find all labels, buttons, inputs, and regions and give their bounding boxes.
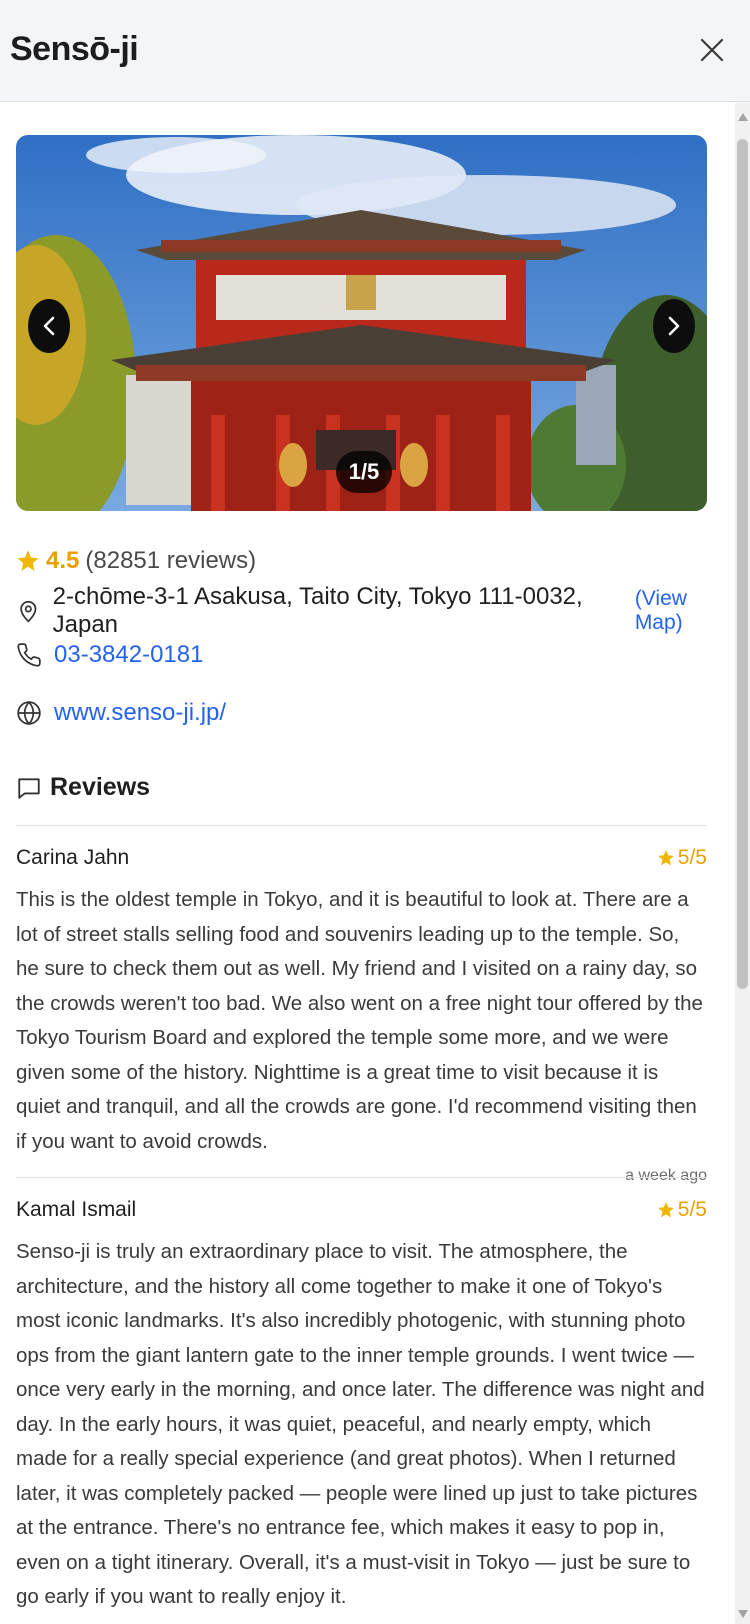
photo-carousel: 1/5 (16, 135, 707, 511)
review-score-value: 5/5 (677, 846, 707, 869)
review-time: a week ago (625, 1167, 707, 1184)
divider (16, 825, 707, 826)
carousel-counter: 1/5 (336, 451, 392, 493)
star-icon (657, 1202, 674, 1218)
phone-row: 03-3842-0181 (16, 641, 203, 669)
review-score-value: 5/5 (677, 1198, 707, 1221)
view-map-link[interactable]: (View Map) (635, 587, 735, 635)
review-item: Carina Jahn 5/5 This is the oldest templ… (16, 843, 707, 1185)
close-icon[interactable] (696, 34, 728, 66)
review-text: Senso-ji is truly an extraordinary place… (16, 1240, 705, 1608)
carousel-next-button[interactable] (653, 299, 695, 353)
review-score: 5/5 (657, 1198, 707, 1222)
carousel-prev-button[interactable] (28, 299, 70, 353)
reviews-heading: Reviews (16, 773, 150, 802)
scroll-down-arrow-icon[interactable] (738, 1610, 748, 1618)
review-score: 5/5 (657, 846, 707, 870)
star-icon (657, 850, 674, 866)
star-icon (17, 550, 39, 571)
address-row: 2-chōme-3-1 Asakusa, Taito City, Tokyo 1… (16, 583, 735, 639)
address-text: 2-chōme-3-1 Asakusa, Taito City, Tokyo 1… (52, 583, 583, 638)
comment-icon (18, 777, 40, 799)
rating-count: (82851 reviews) (85, 547, 257, 574)
rating-summary: 4.5 (82851 reviews) (16, 547, 256, 575)
divider (16, 1177, 707, 1178)
website-link[interactable]: www.senso-ji.jp/ (54, 699, 226, 727)
reviewer-name: Kamal Ismail (16, 1198, 137, 1221)
chevron-left-icon (43, 316, 55, 336)
map-pin-icon (20, 600, 37, 623)
website-row: www.senso-ji.jp/ (16, 699, 226, 727)
reviewer-name: Carina Jahn (16, 846, 130, 869)
scrollbar[interactable] (735, 103, 750, 1624)
place-title: Sensō-ji (10, 30, 139, 68)
details-scroll-area[interactable]: 1/5 4.5 (82851 reviews) 2-chōme-3-1 Asak… (0, 103, 735, 1624)
rating-value: 4.5 (46, 547, 80, 574)
chevron-right-icon (668, 316, 680, 336)
reviews-heading-label: Reviews (50, 773, 151, 801)
review-text: This is the oldest temple in Tokyo, and … (16, 888, 703, 1153)
scroll-up-arrow-icon[interactable] (738, 113, 748, 121)
phone-link[interactable]: 03-3842-0181 (54, 641, 203, 669)
review-item: Kamal Ismail 5/5 Senso-ji is truly an ex… (16, 1195, 707, 1615)
globe-icon (17, 700, 41, 726)
dialog-header: Sensō-ji (0, 0, 750, 102)
scrollbar-thumb[interactable] (737, 139, 748, 989)
phone-icon (17, 643, 41, 667)
